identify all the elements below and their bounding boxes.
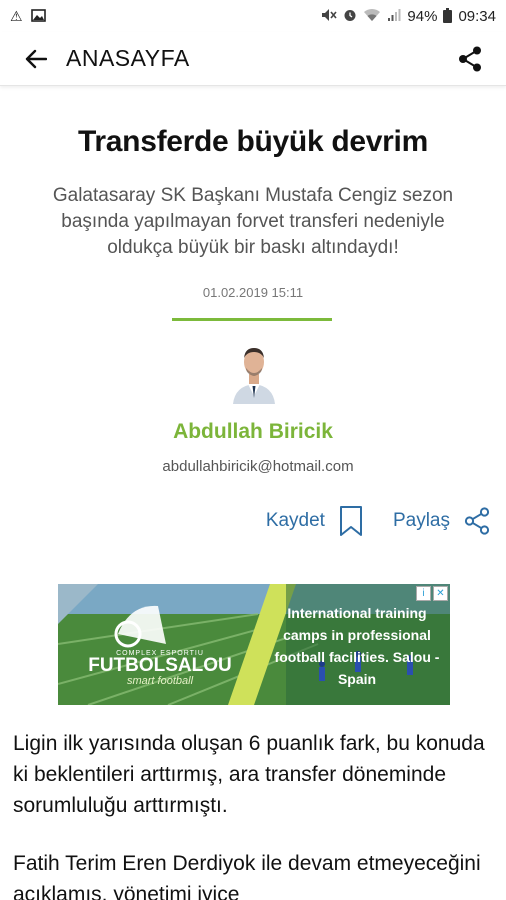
status-left: ⚠ (10, 8, 46, 24)
battery-percent: 94% (407, 7, 438, 25)
battery-icon (443, 7, 453, 25)
author-name[interactable]: Abdullah Biricik (0, 420, 506, 444)
wifi-icon (363, 8, 381, 24)
ad-brand: COMPLEX ESPORTIU FUTBOLSALOU smart footb… (86, 650, 234, 687)
ad-brand-name: FUTBOLSALOU (88, 655, 232, 676)
article-paragraph-1: Ligin ilk yarısında oluşan 6 puanlık far… (13, 732, 485, 817)
share-icon (459, 46, 481, 72)
app-bar-title: ANASAYFA (66, 45, 190, 71)
article-date: 01.02.2019 15:11 (202, 285, 304, 300)
ad-info-controls: i ✕ (416, 586, 448, 601)
share-label: Paylaş (392, 510, 450, 531)
app-bar: ANASAYFA (0, 32, 506, 86)
article-subtitle: Galatasaray SK Başkanı Mustafa Cengiz se… (52, 185, 454, 258)
ad-brand-tag: smart football (126, 675, 194, 687)
article-headline: Transferde büyük devrim (78, 125, 428, 158)
author-avatar (229, 338, 279, 404)
alarm-icon (343, 8, 357, 24)
article-actions: Kaydet Paylaş (266, 505, 490, 537)
advertisement-banner[interactable]: i ✕ International training camps in prof… (58, 584, 450, 705)
signal-icon (387, 8, 401, 24)
ad-close-icon[interactable]: ✕ (433, 586, 448, 601)
image-icon (30, 8, 46, 24)
warning-icon: ⚠ (10, 8, 23, 24)
save-button[interactable]: Kaydet (266, 505, 363, 537)
green-divider (172, 318, 332, 321)
clock: 09:34 (458, 7, 496, 25)
ad-info-icon[interactable]: i (416, 586, 431, 601)
bookmark-icon (339, 506, 362, 536)
back-button[interactable] (14, 37, 58, 81)
article-paragraph-2: Fatih Terim Eren Derdiyok ile devam etme… (13, 852, 481, 900)
save-label: Kaydet (265, 510, 325, 531)
author-email: abdullahbiricik@hotmail.com (162, 458, 354, 475)
ad-headline: International training camps in professi… (274, 605, 440, 687)
status-bar: ⚠ 94% 09:34 (0, 0, 506, 32)
share-button-top[interactable] (452, 41, 488, 77)
share-button[interactable]: Paylaş (393, 507, 490, 535)
share-icon (464, 507, 490, 535)
status-right: 94% 09:34 (321, 7, 496, 25)
mute-icon (321, 8, 338, 24)
back-arrow-icon (25, 49, 47, 68)
